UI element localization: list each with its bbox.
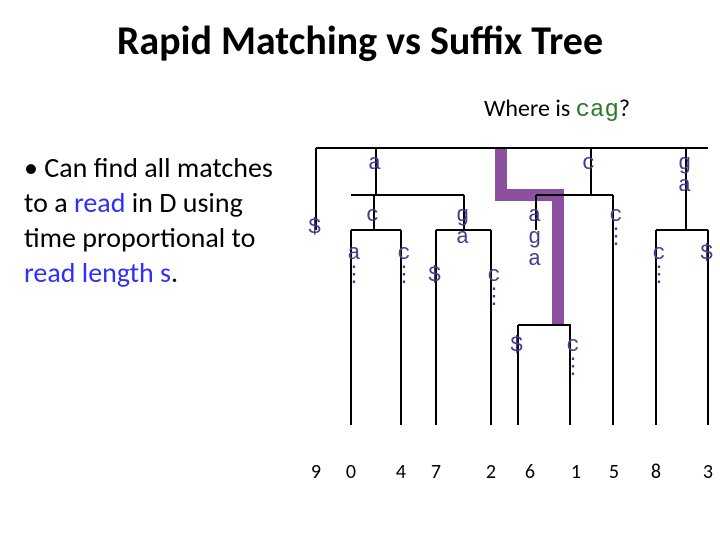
edge-ac-c: c ⋮ xyxy=(393,243,415,287)
leaf-9: 9 xyxy=(311,460,321,484)
query-line: Where is cag? xyxy=(484,94,630,124)
edge-ag-d: $ xyxy=(428,265,441,287)
edge-ac-a: a ⋮ xyxy=(343,243,365,287)
bullet-read: read xyxy=(74,185,125,220)
edge-c: c xyxy=(582,153,595,175)
bullet-dot: . xyxy=(171,255,178,290)
bullet-glyph: • xyxy=(24,150,44,185)
leaf-2: 2 xyxy=(486,460,496,484)
bullet-s: s xyxy=(160,255,171,290)
edge-ag-c: c ⋮ xyxy=(483,265,505,309)
query-pattern: cag xyxy=(576,97,619,124)
leaf-5: 5 xyxy=(609,460,619,484)
leaf-8: 8 xyxy=(651,460,661,484)
edge-dollar: $ xyxy=(308,217,321,239)
slide-title: Rapid Matching vs Suffix Tree xyxy=(0,16,720,65)
edge-a: a xyxy=(368,153,381,175)
bullet-text: • Can find all matches to a read in D us… xyxy=(24,150,294,290)
edge-ag: g a xyxy=(456,205,469,249)
edge-ga-c: c ⋮ xyxy=(648,243,670,287)
edge-ca-d: $ xyxy=(510,335,523,357)
edge-ga-d: $ xyxy=(700,243,713,265)
leaf-1: 1 xyxy=(571,460,581,484)
leaf-3: 3 xyxy=(703,460,713,484)
leaf-0: 0 xyxy=(346,460,356,484)
query-prefix: Where is xyxy=(484,94,576,123)
suffix-tree: a c g a $ c g a a ⋮ c ⋮ $ c ⋮ a g a c ⋮ … xyxy=(296,135,720,535)
edge-ca-c: c ⋮ xyxy=(562,335,584,379)
bullet-readlen: read length xyxy=(24,255,160,290)
query-suffix: ? xyxy=(619,94,630,123)
edge-ac: c xyxy=(366,205,379,227)
leaf-7: 7 xyxy=(431,460,441,484)
edge-ca: a g a xyxy=(528,205,541,271)
leaf-6: 6 xyxy=(525,460,535,484)
leaf-4: 4 xyxy=(396,460,406,484)
edge-cc: c ⋮ xyxy=(605,205,627,249)
edge-ga: g a xyxy=(678,153,691,197)
